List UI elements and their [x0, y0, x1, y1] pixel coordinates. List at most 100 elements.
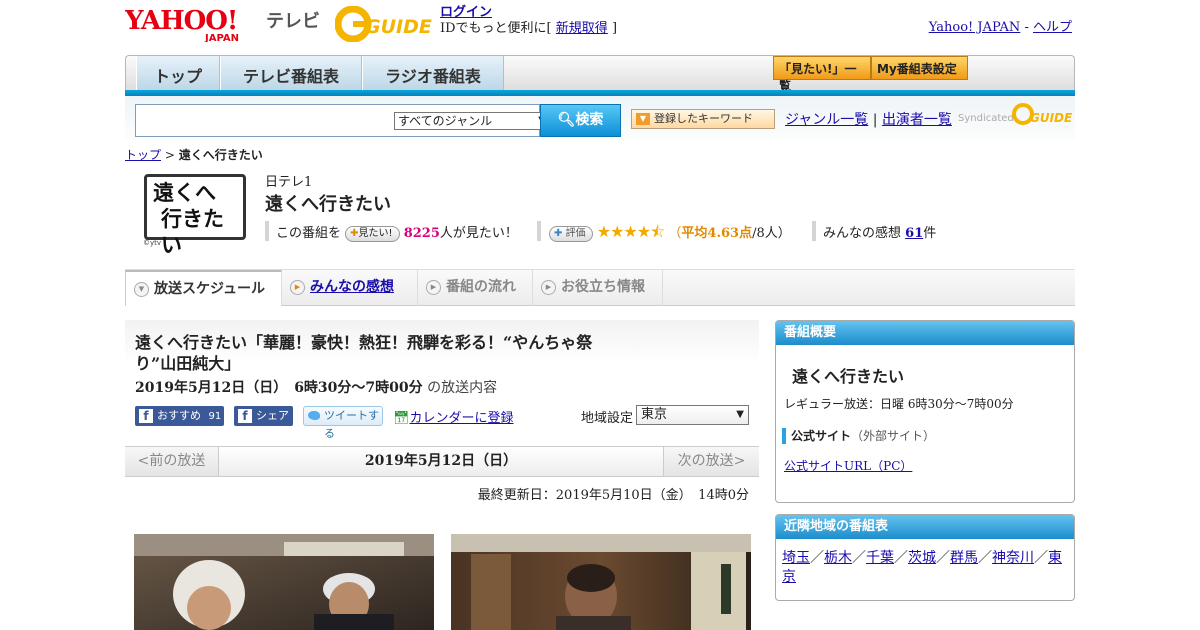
rate-button[interactable]: ✚ 評価 [549, 226, 593, 242]
nearby-region-links: 埼玉／栃木／千葉／茨城／群馬／神奈川／東京 [782, 549, 1067, 587]
tab-label: みんなの感想 [310, 279, 394, 295]
search-button[interactable]: 🔍︎検索 [540, 104, 621, 137]
tweet-label: ツイートする [324, 409, 379, 440]
region-link-tochigi[interactable]: 栃木 [824, 550, 852, 566]
breadcrumb-top-link[interactable]: トップ [125, 148, 161, 162]
calendar-register-link[interactable]: カレンダーに登録 [410, 411, 514, 426]
program-overview-panel: 番組概要 遠くへ行きたい レギュラー放送：日曜 6時30分～7時00分 公式サイ… [775, 320, 1075, 503]
help-link[interactable]: ヘルプ [1033, 20, 1072, 35]
overview-title: 遠くへ行きたい [792, 367, 905, 386]
my-schedule-button[interactable]: My番組表設定 [871, 56, 968, 80]
rating-average: 平均4.63点 [681, 226, 753, 241]
yahoo-japan-logo[interactable]: YAHOO! JAPAN [124, 4, 263, 44]
nearby-regions-panel: 近隣地域の番組表 埼玉／栃木／千葉／茨城／群馬／神奈川／東京 [775, 514, 1075, 601]
genre-list-link[interactable]: ジャンル一覧 [785, 112, 868, 128]
tab-useful-info: ▶ お役立ち情報 [533, 270, 663, 306]
breadcrumb-sep: > [161, 148, 179, 162]
tab-label: 番組の流れ [446, 279, 516, 295]
region-select-value: 東京 [641, 407, 668, 422]
registered-keyword-button[interactable]: ▼ 登録したキーワード [631, 109, 775, 129]
keyword-button-label: 登録したキーワード [654, 112, 753, 125]
impressions-count-link[interactable]: 61 [905, 226, 923, 241]
broadcast-pager: <前の放送 2019年5月12日（日） 次の放送> [125, 446, 759, 477]
last-updated: 最終更新日：2019年5月10日（金） 14時0分 [477, 488, 749, 503]
dropdown-arrow-icon: ▼ [636, 113, 650, 125]
tab-label: お役立ち情報 [561, 279, 645, 295]
register-link[interactable]: 新規取得 [556, 21, 608, 36]
divider [265, 221, 269, 241]
want-prefix: この番組を [276, 226, 342, 241]
search-button-label: 検索 [575, 112, 604, 128]
rate-button-label: 評価 [565, 228, 586, 239]
overview-regular-broadcast: レギュラー放送：日曜 6時30分～7時00分 [784, 397, 1014, 411]
program-title: 遠くへ行きたい [265, 194, 391, 215]
overview-heading: 番組概要 [776, 321, 1074, 345]
region-sep: ／ [852, 550, 866, 566]
fb-recommend-count: 91 [208, 411, 222, 422]
next-broadcast-button[interactable]: 次の放送> [663, 447, 759, 476]
rating-stars: ★★★★⯪ [596, 222, 666, 241]
region-link-saitama[interactable]: 埼玉 [782, 550, 810, 566]
svg-text:YAHOO!: YAHOO! [125, 6, 237, 36]
program-tabs: ▼ 放送スケジュール ▶ みんなの感想 ▶ 番組の流れ ▶ お役立ち情報 [125, 269, 1075, 306]
want-list-button[interactable]: 「見たい!」一覧 [773, 56, 871, 93]
episode-block: 遠くへ行きたい「華麗！豪快！熱狂！飛騨を彩る！“やんちゃ祭り”山田純大」 201… [125, 320, 759, 444]
region-sep: ／ [810, 550, 824, 566]
register-bracket: ] [611, 21, 618, 36]
search-input[interactable]: すべてのジャンル ▼ [135, 104, 550, 137]
rating-open: （ [668, 226, 682, 241]
tweet-button[interactable]: ツイートする [303, 406, 383, 440]
chevron-down-icon: ▼ [134, 282, 149, 297]
episode-photo [134, 534, 434, 630]
region-sep: ／ [1034, 550, 1048, 566]
logo-credit: ©ytv [143, 239, 162, 247]
impressions-label: みんなの感想 [823, 226, 902, 241]
rating-count: /8人） [752, 226, 791, 241]
region-sep: ／ [894, 550, 908, 566]
genre-select-value: すべてのジャンル [398, 114, 493, 128]
syndicated-label: Syndicated [958, 113, 1014, 124]
yahoo-japan-link[interactable]: Yahoo! JAPAN [929, 20, 1021, 35]
divider [812, 221, 816, 241]
facebook-icon: f [238, 409, 252, 423]
want-button[interactable]: ✚見たい! [345, 226, 400, 242]
official-site-label: 公式サイト（外部サイト） [782, 428, 935, 444]
region-label: 地域設定 [581, 411, 634, 426]
region-link-ibaraki[interactable]: 茨城 [908, 550, 936, 566]
program-stats: この番組を ✚見たい! 8225人が見たい！ ✚ 評価 ★★★★⯪ （平均4.6… [265, 221, 965, 242]
official-site-heading: 公式サイト [791, 429, 852, 443]
tab-impressions[interactable]: ▶ みんなの感想 [282, 270, 418, 306]
calendar-plus-icon: 📅︎ [393, 411, 410, 426]
svg-text:GUIDE: GUIDE [1030, 111, 1073, 125]
breadcrumb-current: 遠くへ行きたい [178, 148, 263, 162]
region-link-chiba[interactable]: 千葉 [866, 550, 894, 566]
facebook-share-button[interactable]: f シェア [234, 406, 293, 426]
want-suffix: 人が見たい！ [439, 226, 518, 241]
region-select[interactable]: 東京 ▼ [636, 405, 749, 425]
region-link-gunma[interactable]: 群馬 [950, 550, 978, 566]
tab-schedule[interactable]: ▼ 放送スケジュール [125, 270, 282, 306]
facebook-recommend-button[interactable]: f おすすめ 91 [135, 406, 224, 426]
plus-icon: ✚ [554, 228, 563, 239]
region-link-kanagawa[interactable]: 神奈川 [992, 550, 1034, 566]
nav-tab-top[interactable]: トップ [136, 56, 220, 91]
official-site-link[interactable]: 公式サイトURL（PC） [784, 457, 912, 474]
search-area: すべてのジャンル ▼ 🔍︎検索 ▼ 登録したキーワード ジャンル一覧 | 出演者… [125, 96, 1075, 140]
impressions-stat: みんなの感想 61件 [823, 222, 936, 241]
nearby-heading: 近隣地域の番組表 [776, 515, 1074, 539]
gguide-logo[interactable]: GUIDE [334, 5, 433, 43]
genre-select[interactable]: すべてのジャンル ▼ [394, 112, 550, 130]
performer-list-link[interactable]: 出演者一覧 [882, 112, 952, 128]
login-description: IDでもっと便利に[ [440, 21, 552, 36]
previous-broadcast-button[interactable]: <前の放送 [125, 447, 219, 476]
rating-stat: ✚ 評価 ★★★★⯪ （平均4.63点/8人） [549, 221, 791, 248]
tv-service-label: テレビ [266, 11, 320, 32]
official-site-note: （外部サイト） [851, 429, 936, 443]
episode-photo [451, 534, 751, 630]
episode-datetime: 2019年5月12日（日） 6時30分～7時00分 の放送内容 [135, 377, 497, 397]
login-link[interactable]: ログイン [440, 5, 492, 20]
nav-tab-tv-schedule[interactable]: テレビ番組表 [220, 56, 362, 91]
calendar-register: 📅︎カレンダーに登録 [393, 407, 514, 426]
nav-tab-radio-schedule[interactable]: ラジオ番組表 [362, 56, 504, 91]
search-icon: 🔍︎ [557, 112, 576, 128]
